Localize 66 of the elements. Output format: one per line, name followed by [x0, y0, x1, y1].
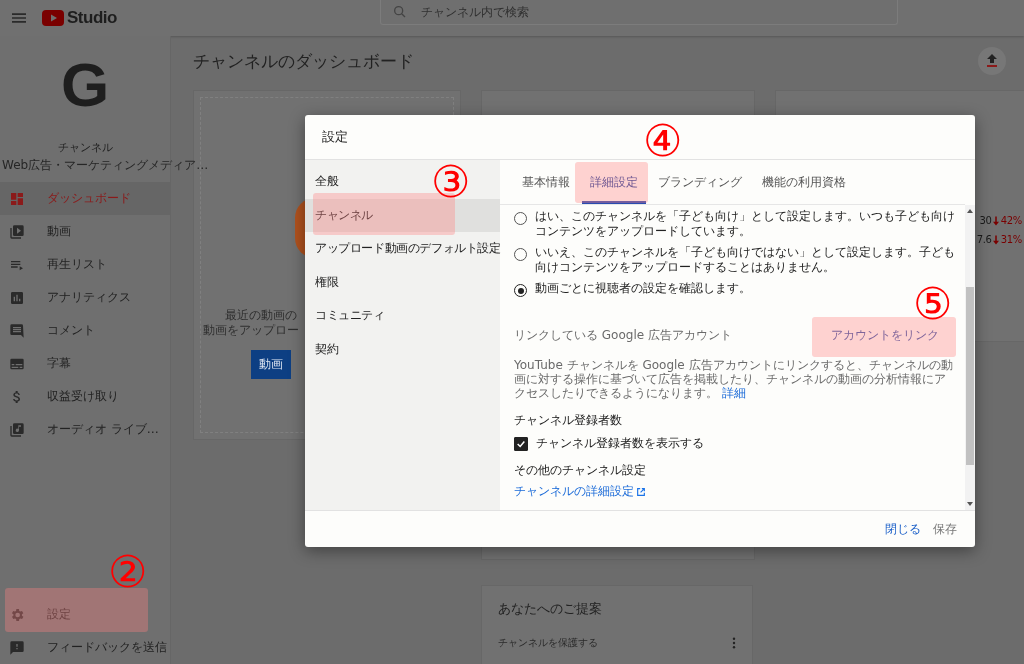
settings-nav-item[interactable]: 契約	[305, 332, 341, 366]
sidebar-item[interactable]: 動画	[0, 215, 170, 248]
sidebar-item[interactable]: アナリティクス	[0, 281, 170, 314]
advanced-settings-link[interactable]: チャンネルの詳細設定	[514, 483, 634, 500]
step-number: ②	[108, 548, 147, 596]
scroll-down-icon[interactable]	[967, 502, 973, 506]
checkbox-label: チャンネル登録者数を表示する	[536, 435, 704, 452]
channel-subtitle: Web広告・マーケティングメディア…	[2, 157, 209, 174]
section-heading: その他のチャンネル設定	[514, 462, 647, 479]
external-link-icon	[636, 486, 646, 497]
scroll-up-icon[interactable]	[967, 209, 973, 213]
radio-label: はい、このチャンネルを「子ども向け」として設定します。いつも子ども向けコンテンツをアップロードしています。	[535, 209, 955, 239]
sidebar-item[interactable]: オーディオ ライブ…	[0, 413, 170, 446]
settings-icon	[9, 606, 25, 623]
upload-prompt-text: 最近の動画の	[225, 308, 297, 323]
sidebar-item[interactable]: 再生リスト	[0, 248, 170, 281]
page-title: チャンネルのダッシュボード	[193, 49, 415, 73]
channel-name: チャンネル	[56, 140, 114, 155]
settings-tab[interactable]: 基本情報	[514, 174, 578, 204]
section-label: リンクしている Google 広告アカウント	[514, 327, 732, 344]
menu-icon[interactable]	[12, 13, 26, 23]
step-number: ⑤	[913, 280, 952, 328]
metric-value: 30	[979, 215, 992, 226]
dashboard-icon	[9, 190, 25, 207]
metric-change: 31%	[1000, 234, 1022, 245]
down-arrow-icon	[992, 234, 999, 245]
video-icon	[9, 223, 25, 240]
checkmark-icon	[516, 438, 526, 449]
settings-nav-item[interactable]: チャンネル	[305, 198, 500, 232]
audio-library-icon	[9, 421, 25, 438]
settings-nav-item[interactable]: コミュニティ	[305, 299, 387, 333]
details-link[interactable]: 詳細	[721, 386, 746, 400]
feedback-icon	[9, 639, 25, 656]
down-arrow-icon	[992, 215, 999, 226]
channel-avatar-letter: G	[60, 50, 110, 120]
comment-icon	[9, 322, 25, 339]
settings-tab[interactable]: 機能の利用資格	[754, 174, 854, 204]
suggestion-item[interactable]: チャンネルを保護する	[498, 636, 598, 650]
radio-label: 動画ごとに視聴者の設定を確認します。	[535, 281, 751, 296]
upload-icon[interactable]	[978, 47, 1006, 75]
settings-tab[interactable]: ブランディング	[650, 174, 750, 204]
logo-text: Studio	[67, 8, 117, 28]
dialog-button[interactable]: 閉じる	[881, 516, 925, 542]
sidebar-item[interactable]: フィードバックを送信	[0, 631, 170, 664]
checkbox[interactable]	[514, 436, 528, 451]
section-heading: チャンネル登録者数	[514, 412, 623, 429]
link-account-button[interactable]: アカウントをリンク	[827, 325, 943, 346]
dialog-title: 設定	[322, 128, 348, 146]
settings-nav-item[interactable]: アップロード動画のデフォルト設定	[305, 232, 503, 266]
more-icon[interactable]	[732, 637, 736, 649]
upload-video-button[interactable]: 動画	[251, 350, 291, 379]
metric-value: 7.6	[976, 234, 992, 245]
step-number: ④	[643, 117, 682, 165]
analytics-icon	[9, 289, 25, 306]
metric-change: 42%	[1000, 215, 1022, 226]
card-title: あなたへのご提案	[498, 600, 603, 618]
search-icon	[392, 4, 408, 20]
sidebar-item[interactable]: コメント	[0, 314, 170, 347]
radio-label: いいえ、このチャンネルを「子ども向けではない」として設定します。子ども向けコンテンツをアップロードすることはありません。	[535, 245, 955, 275]
description-text: YouTube チャンネルを Google 広告アカウントにリンクすると、チャンネルの動画に対する操作に基づいて広告を掲載したり、チャンネルの動画の分析情報にアクセスしたりできるようになります。 詳細	[514, 358, 954, 400]
settings-nav-item[interactable]: 全般	[305, 165, 341, 199]
settings-tab[interactable]: 詳細設定	[582, 174, 646, 204]
settings-nav-item[interactable]: 権限	[305, 265, 341, 299]
sidebar-item[interactable]: 収益受け取り	[0, 380, 170, 413]
sidebar-item[interactable]: 字幕	[0, 347, 170, 380]
scrollbar[interactable]	[965, 205, 975, 510]
